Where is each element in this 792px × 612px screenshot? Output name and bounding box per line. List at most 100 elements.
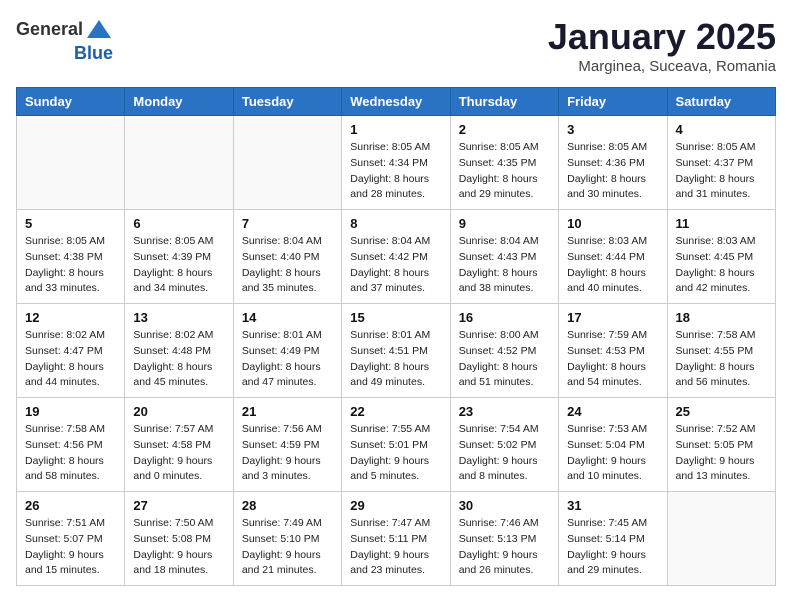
day-number: 7 [242,216,333,231]
day-info: Sunrise: 7:55 AM Sunset: 5:01 PM Dayligh… [350,422,441,485]
day-number: 9 [459,216,550,231]
calendar-cell: 30Sunrise: 7:46 AM Sunset: 5:13 PM Dayli… [450,492,558,586]
day-number: 1 [350,122,441,137]
calendar-cell: 12Sunrise: 8:02 AM Sunset: 4:47 PM Dayli… [17,304,125,398]
weekday-header-tuesday: Tuesday [233,88,341,116]
logo-general-text: General [16,20,83,40]
calendar-cell: 20Sunrise: 7:57 AM Sunset: 4:58 PM Dayli… [125,398,233,492]
day-info: Sunrise: 8:03 AM Sunset: 4:44 PM Dayligh… [567,234,658,297]
day-info: Sunrise: 7:58 AM Sunset: 4:56 PM Dayligh… [25,422,116,485]
day-number: 17 [567,310,658,325]
calendar-location: Marginea, Suceava, Romania [548,58,776,75]
calendar-table: SundayMondayTuesdayWednesdayThursdayFrid… [16,87,776,586]
title-block: January 2025 Marginea, Suceava, Romania [548,16,776,75]
calendar-cell: 2Sunrise: 8:05 AM Sunset: 4:35 PM Daylig… [450,116,558,210]
day-number: 26 [25,498,116,513]
day-info: Sunrise: 8:05 AM Sunset: 4:39 PM Dayligh… [133,234,224,297]
day-number: 21 [242,404,333,419]
logo-icon [85,16,113,44]
calendar-cell: 3 Sunrise: 8:05 AM Sunset: 4:36 PM Daylig… [559,116,667,210]
day-number: 18 [676,310,767,325]
weekday-header-saturday: Saturday [667,88,775,116]
calendar-cell: 1 Sunrise: 8:05 AM Sunset: 4:34 PM Daylig… [342,116,450,210]
day-number: 23 [459,404,550,419]
calendar-cell: 5Sunrise: 8:05 AM Sunset: 4:38 PM Daylig… [17,210,125,304]
day-info: Sunrise: 8:01 AM Sunset: 4:51 PM Dayligh… [350,328,441,391]
calendar-cell: 28 Sunrise: 7:49 AM Sunset: 5:10 PM Dayli… [233,492,341,586]
weekday-header-friday: Friday [559,88,667,116]
day-number: 15 [350,310,441,325]
day-info: Sunrise: 8:03 AM Sunset: 4:45 PM Dayligh… [676,234,767,297]
day-info: Sunrise: 8:02 AM Sunset: 4:47 PM Dayligh… [25,328,116,391]
day-info: Sunrise: 7:59 AM Sunset: 4:53 PM Dayligh… [567,328,658,391]
calendar-cell: 31 Sunrise: 7:45 AM Sunset: 5:14 PM Dayli… [559,492,667,586]
day-info: Sunrise: 7:45 AM Sunset: 5:14 PM Dayligh… [567,516,658,579]
day-info: Sunrise: 8:05 AM Sunset: 4:36 PM Dayligh… [567,140,658,203]
weekday-header-row: SundayMondayTuesdayWednesdayThursdayFrid… [17,88,776,116]
calendar-cell: 6 Sunrise: 8:05 AM Sunset: 4:39 PM Daylig… [125,210,233,304]
day-number: 10 [567,216,658,231]
day-number: 8 [350,216,441,231]
calendar-cell: 9 Sunrise: 8:04 AM Sunset: 4:43 PM Daylig… [450,210,558,304]
day-info: Sunrise: 8:05 AM Sunset: 4:35 PM Dayligh… [459,140,550,203]
week-row-1: 1 Sunrise: 8:05 AM Sunset: 4:34 PM Daylig… [17,116,776,210]
day-info: Sunrise: 8:01 AM Sunset: 4:49 PM Dayligh… [242,328,333,391]
calendar-cell: 11 Sunrise: 8:03 AM Sunset: 4:45 PM Dayli… [667,210,775,304]
day-info: Sunrise: 8:04 AM Sunset: 4:42 PM Dayligh… [350,234,441,297]
day-number: 6 [133,216,224,231]
page-header: General Blue January 2025 Marginea, Suce… [16,16,776,75]
day-info: Sunrise: 8:04 AM Sunset: 4:40 PM Dayligh… [242,234,333,297]
day-info: Sunrise: 8:04 AM Sunset: 4:43 PM Dayligh… [459,234,550,297]
day-info: Sunrise: 7:56 AM Sunset: 4:59 PM Dayligh… [242,422,333,485]
calendar-cell: 8 Sunrise: 8:04 AM Sunset: 4:42 PM Daylig… [342,210,450,304]
calendar-cell: 23 Sunrise: 7:54 AM Sunset: 5:02 PM Dayli… [450,398,558,492]
calendar-cell: 19 Sunrise: 7:58 AM Sunset: 4:56 PM Dayli… [17,398,125,492]
day-info: Sunrise: 8:05 AM Sunset: 4:38 PM Dayligh… [25,234,116,297]
day-info: Sunrise: 8:00 AM Sunset: 4:52 PM Dayligh… [459,328,550,391]
day-number: 11 [676,216,767,231]
week-row-5: 26 Sunrise: 7:51 AM Sunset: 5:07 PM Dayli… [17,492,776,586]
day-info: Sunrise: 7:50 AM Sunset: 5:08 PM Dayligh… [133,516,224,579]
calendar-cell [17,116,125,210]
day-info: Sunrise: 7:49 AM Sunset: 5:10 PM Dayligh… [242,516,333,579]
logo-blue-text: Blue [74,44,113,64]
day-info: Sunrise: 7:47 AM Sunset: 5:11 PM Dayligh… [350,516,441,579]
weekday-header-thursday: Thursday [450,88,558,116]
day-info: Sunrise: 8:05 AM Sunset: 4:37 PM Dayligh… [676,140,767,203]
day-number: 30 [459,498,550,513]
week-row-4: 19 Sunrise: 7:58 AM Sunset: 4:56 PM Dayli… [17,398,776,492]
day-number: 4 [676,122,767,137]
calendar-cell: 18 Sunrise: 7:58 AM Sunset: 4:55 PM Dayli… [667,304,775,398]
day-info: Sunrise: 7:52 AM Sunset: 5:05 PM Dayligh… [676,422,767,485]
logo: General Blue [16,16,113,64]
day-number: 25 [676,404,767,419]
calendar-cell: 10 Sunrise: 8:03 AM Sunset: 4:44 PM Dayli… [559,210,667,304]
calendar-cell: 26 Sunrise: 7:51 AM Sunset: 5:07 PM Dayli… [17,492,125,586]
calendar-cell: 21 Sunrise: 7:56 AM Sunset: 4:59 PM Dayli… [233,398,341,492]
calendar-cell [125,116,233,210]
day-info: Sunrise: 7:51 AM Sunset: 5:07 PM Dayligh… [25,516,116,579]
calendar-cell [233,116,341,210]
calendar-cell: 24Sunrise: 7:53 AM Sunset: 5:04 PM Dayli… [559,398,667,492]
day-number: 3 [567,122,658,137]
day-number: 19 [25,404,116,419]
day-info: Sunrise: 7:54 AM Sunset: 5:02 PM Dayligh… [459,422,550,485]
week-row-2: 5Sunrise: 8:05 AM Sunset: 4:38 PM Daylig… [17,210,776,304]
calendar-cell [667,492,775,586]
calendar-cell: 15 Sunrise: 8:01 AM Sunset: 4:51 PM Dayli… [342,304,450,398]
calendar-cell: 4 Sunrise: 8:05 AM Sunset: 4:37 PM Daylig… [667,116,775,210]
day-info: Sunrise: 8:02 AM Sunset: 4:48 PM Dayligh… [133,328,224,391]
calendar-cell: 27Sunrise: 7:50 AM Sunset: 5:08 PM Dayli… [125,492,233,586]
day-info: Sunrise: 8:05 AM Sunset: 4:34 PM Dayligh… [350,140,441,203]
calendar-cell: 22Sunrise: 7:55 AM Sunset: 5:01 PM Dayli… [342,398,450,492]
day-number: 13 [133,310,224,325]
day-info: Sunrise: 7:58 AM Sunset: 4:55 PM Dayligh… [676,328,767,391]
day-number: 28 [242,498,333,513]
day-info: Sunrise: 7:53 AM Sunset: 5:04 PM Dayligh… [567,422,658,485]
weekday-header-sunday: Sunday [17,88,125,116]
weekday-header-wednesday: Wednesday [342,88,450,116]
calendar-cell: 16Sunrise: 8:00 AM Sunset: 4:52 PM Dayli… [450,304,558,398]
day-number: 31 [567,498,658,513]
calendar-title: January 2025 [548,16,776,58]
week-row-3: 12Sunrise: 8:02 AM Sunset: 4:47 PM Dayli… [17,304,776,398]
